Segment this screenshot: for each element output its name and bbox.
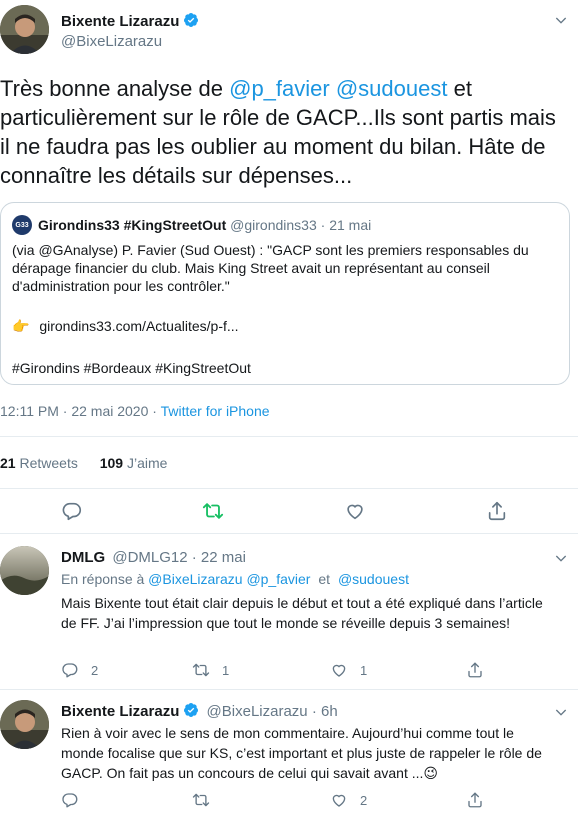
main-author-avatar[interactable] [0, 5, 49, 54]
main-author-handle[interactable]: @BixeLizarazu [61, 32, 162, 52]
likes-label: J’aime [126, 455, 168, 471]
quoted-author-handle: @girondins33 [230, 217, 317, 233]
quoted-tweet-text: (via @GAnalyse) P. Favier (Sud Ouest) : … [12, 242, 529, 294]
like-button[interactable]: 2 [330, 791, 367, 809]
reply-date[interactable]: · 6h [312, 703, 338, 720]
main-tweet-text: Très bonne analyse de @p_favier @sudoues… [0, 76, 556, 188]
reply-button[interactable]: 2 [61, 661, 98, 679]
share-icon[interactable] [466, 791, 484, 809]
tweet-client-link[interactable]: Twitter for iPhone [161, 403, 270, 419]
reply-button[interactable] [61, 791, 91, 809]
likes-count: 109 [99, 455, 124, 471]
mention-link[interactable]: @p_favier [246, 571, 310, 587]
retweet-icon [192, 663, 210, 677]
quoted-author-name: Girondins33 #KingStreetOut [38, 217, 227, 233]
chevron-down-icon[interactable] [553, 550, 569, 566]
reply-count: 2 [91, 662, 99, 678]
like-button[interactable]: 1 [330, 661, 367, 679]
quoted-link: girondins33.com/Actualites/p-f... [39, 318, 239, 334]
like-icon[interactable] [344, 500, 366, 522]
retweet-count: 1 [222, 662, 230, 678]
retweet-button[interactable] [192, 791, 222, 809]
winking-face-icon: 😉 [423, 765, 438, 781]
like-icon [332, 794, 346, 807]
verified-badge-icon [184, 13, 199, 27]
chevron-down-icon[interactable] [553, 704, 569, 720]
retweet-icon [192, 793, 210, 807]
verified-badge-icon [184, 703, 199, 717]
share-icon[interactable] [466, 661, 484, 679]
reply-to-line: En réponse à @BixeLizarazu @p_favier et … [61, 571, 409, 587]
quoted-tweet-date: · 21 mai [320, 217, 372, 233]
reply-icon [62, 663, 78, 678]
reply-author-handle[interactable]: @DMLG12 [112, 549, 187, 566]
reply-icon[interactable] [61, 500, 83, 522]
likes-stat[interactable]: 109 J’aime [100, 455, 168, 471]
reply-author-name[interactable]: Bixente Lizarazu [61, 703, 179, 720]
retweets-count: 21 [0, 455, 16, 471]
retweet-icon[interactable] [202, 500, 224, 522]
mention-link[interactable]: @sudouest [336, 76, 448, 101]
reply-author-avatar[interactable] [0, 546, 49, 595]
reply-date[interactable]: · 22 mai [192, 549, 246, 566]
like-icon [332, 664, 346, 677]
retweets-label: Retweets [19, 455, 78, 471]
like-count: 1 [360, 662, 368, 678]
reply-text: Mais Bixente tout était clair depuis le … [61, 595, 543, 631]
main-author-name[interactable]: Bixente Lizarazu [61, 13, 179, 30]
mention-link[interactable]: @BixeLizarazu [148, 571, 242, 587]
quoted-tweet-card[interactable]: G33 Girondins33 #KingStreetOut @girondin… [0, 202, 570, 385]
reply-icon [62, 793, 78, 808]
reply-author-handle[interactable]: @BixeLizarazu [207, 703, 308, 720]
chevron-down-icon[interactable] [553, 12, 569, 28]
retweet-button[interactable]: 1 [192, 661, 229, 679]
reply-text: Rien à voir avec le sens de mon commenta… [61, 725, 542, 781]
share-icon[interactable] [486, 500, 508, 522]
tweet-timestamp[interactable]: 12:11 PM · 22 mai 2020 [0, 403, 148, 419]
quoted-hashtags: #Girondins #Bordeaux #KingStreetOut [12, 360, 251, 376]
like-count: 2 [360, 792, 368, 808]
pointing-hand-icon: 👉 [12, 318, 30, 334]
timestamp-separator: · [148, 403, 161, 419]
reply-author-name[interactable]: DMLG [61, 549, 105, 566]
reply-author-avatar[interactable] [0, 700, 49, 749]
mention-link[interactable]: @p_favier [229, 76, 330, 101]
mention-link[interactable]: @sudouest [338, 571, 409, 587]
quoted-author-avatar: G33 [12, 215, 32, 235]
retweets-stat[interactable]: 21 Retweets [0, 455, 82, 471]
